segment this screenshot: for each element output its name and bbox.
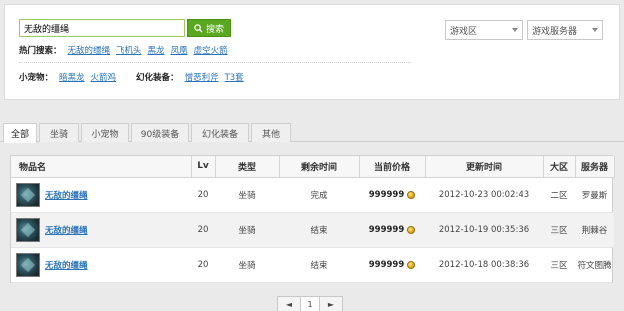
hot-search-link[interactable]: 飞机头 — [116, 44, 142, 56]
item-name-link[interactable]: 无敌的缰绳 — [45, 224, 88, 236]
hot-search-row: 热门搜索： 无敌的缰绳 飞机头 黑龙 凤凰 虚空火箭 — [19, 44, 228, 56]
chevron-down-icon — [592, 28, 598, 32]
transmog-link[interactable]: 憎恶利斧 — [185, 71, 219, 83]
col-header-lv[interactable]: Lv — [191, 156, 216, 178]
cell-price: 999999 — [369, 260, 416, 270]
divider — [19, 62, 411, 63]
col-header-remaining[interactable]: 剩余时间 — [279, 156, 360, 178]
cell-zone: 二区 — [543, 177, 575, 213]
col-header-updated[interactable]: 更新时间 — [425, 156, 544, 178]
col-header-server[interactable]: 服务器 — [575, 156, 615, 178]
table-row[interactable]: 无敌的缰绳 20 坐骑 结束 999999 2012-10-18 00:38:3… — [11, 247, 614, 283]
tab-other[interactable]: 其他 — [251, 123, 291, 142]
cell-zone: 三区 — [543, 247, 575, 283]
tab-pets[interactable]: 小宠物 — [81, 123, 129, 142]
tab-all[interactable]: 全部 — [3, 123, 37, 143]
table-header-row: 物品名 Lv 类型 剩余时间 当前价格 更新时间 大区 服务器 — [11, 156, 615, 178]
search-icon — [194, 23, 203, 33]
cell-lv: 20 — [191, 212, 215, 248]
hot-search-link[interactable]: 无敌的缰绳 — [68, 44, 111, 56]
server-select-value: 游戏服务器 — [532, 26, 578, 37]
page-number-button[interactable]: 1 — [300, 296, 320, 311]
cell-lv: 20 — [191, 177, 215, 213]
transmog-link[interactable]: T3套 — [225, 71, 244, 83]
pagination: ◄ 1 ► — [277, 296, 343, 311]
item-thumbnail[interactable] — [16, 182, 40, 207]
transmog-label: 幻化装备： — [136, 73, 179, 83]
cell-updated: 2012-10-18 00:38:36 — [425, 247, 543, 283]
next-page-button[interactable]: ► — [319, 296, 343, 311]
col-header-zone[interactable]: 大区 — [543, 156, 576, 178]
prev-page-button[interactable]: ◄ — [277, 296, 301, 311]
gold-coin-icon — [407, 225, 416, 234]
cell-server: 罗曼斯 — [575, 177, 614, 213]
tab-mounts[interactable]: 坐骑 — [39, 123, 79, 142]
cell-zone: 三区 — [543, 212, 575, 248]
cell-remaining: 结束 — [279, 212, 359, 248]
category-tabs: 全部 坐骑 小宠物 90级装备 幻化装备 其他 — [0, 120, 624, 143]
item-thumbnail[interactable] — [16, 252, 40, 277]
tab-transmog[interactable]: 幻化装备 — [191, 123, 249, 142]
col-header-name[interactable]: 物品名 — [11, 156, 192, 178]
pet-link[interactable]: 火箭鸡 — [91, 71, 117, 83]
tab-level90-gear[interactable]: 90级装备 — [131, 123, 189, 142]
cell-server: 荆棘谷 — [575, 212, 614, 248]
price-value: 999999 — [368, 189, 405, 200]
table-row[interactable]: 无敌的缰绳 20 坐骑 完成 999999 2012-10-23 00:02:4… — [11, 177, 614, 213]
category-links-row: 小宠物： 暗黑龙 火箭鸡 幻化装备： 憎恶利斧 T3套 — [19, 71, 244, 83]
cell-lv: 20 — [191, 247, 215, 283]
cell-type: 坐骑 — [215, 177, 279, 213]
search-input[interactable] — [19, 19, 185, 37]
cell-server: 符文图腾 — [575, 247, 614, 283]
gold-coin-icon — [407, 260, 416, 269]
pet-link[interactable]: 暗黑龙 — [59, 71, 85, 83]
cell-updated: 2012-10-23 00:02:43 — [425, 177, 543, 213]
cell-type: 坐骑 — [215, 247, 279, 283]
item-name-link[interactable]: 无敌的缰绳 — [45, 259, 88, 271]
server-select[interactable]: 游戏服务器 — [527, 20, 603, 40]
item-thumbnail[interactable] — [16, 217, 40, 242]
cell-price: 999999 — [369, 225, 416, 235]
col-header-price[interactable]: 当前价格 — [359, 156, 426, 178]
zone-select-value: 游戏区 — [450, 26, 478, 37]
search-button-label: 搜索 — [205, 24, 224, 35]
item-name-link[interactable]: 无敌的缰绳 — [45, 189, 88, 201]
hot-search-link[interactable]: 虚空火箭 — [194, 44, 228, 56]
hot-search-link[interactable]: 凤凰 — [171, 44, 188, 56]
price-value: 999999 — [368, 259, 405, 270]
col-header-type[interactable]: 类型 — [215, 156, 280, 178]
search-panel: 搜索 热门搜索： 无敌的缰绳 飞机头 黑龙 凤凰 虚空火箭 小宠物： 暗黑龙 火… — [4, 4, 620, 100]
hot-search-link[interactable]: 黑龙 — [148, 44, 165, 56]
chevron-down-icon — [512, 28, 518, 32]
table-row[interactable]: 无敌的缰绳 20 坐骑 结束 999999 2012-10-19 00:35:3… — [11, 212, 614, 248]
search-button[interactable]: 搜索 — [187, 19, 231, 37]
cell-remaining: 完成 — [279, 177, 359, 213]
hot-search-label: 热门搜索： — [19, 46, 62, 56]
pets-label: 小宠物： — [19, 73, 54, 83]
cell-updated: 2012-10-19 00:35:36 — [425, 212, 543, 248]
price-value: 999999 — [368, 224, 405, 235]
cell-type: 坐骑 — [215, 212, 279, 248]
gold-coin-icon — [407, 190, 416, 199]
item-table: 物品名 Lv 类型 剩余时间 当前价格 更新时间 大区 服务器 无敌的缰绳 20… — [10, 155, 615, 283]
zone-select[interactable]: 游戏区 — [445, 20, 523, 40]
cell-price: 999999 — [369, 190, 416, 200]
cell-remaining: 结束 — [279, 247, 359, 283]
